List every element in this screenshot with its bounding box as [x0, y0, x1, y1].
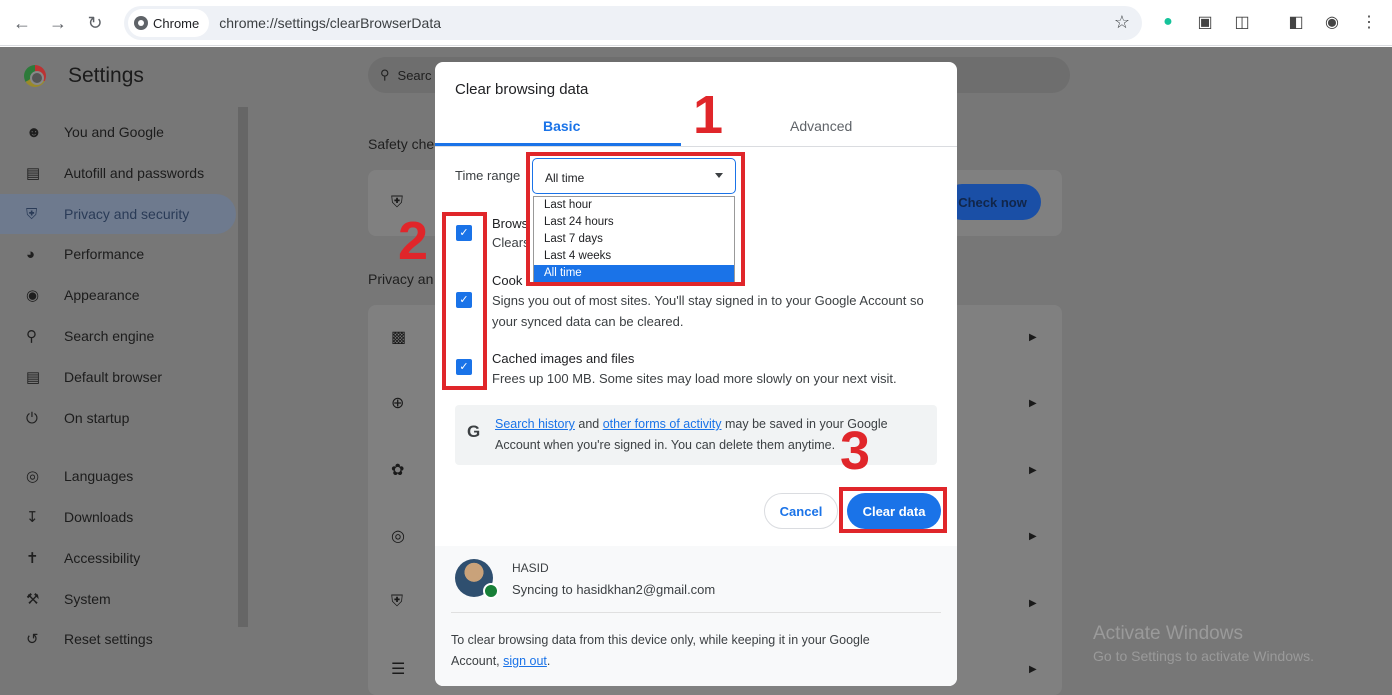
settings-title: Settings [68, 64, 144, 87]
sidebar-item-autofill[interactable]: ▤ Autofill and passwords [0, 153, 236, 193]
dialog-title: Clear browsing data [455, 81, 589, 98]
back-icon[interactable]: ← [4, 5, 40, 41]
footer-text: To clear browsing data from this device … [451, 633, 870, 668]
shield-icon: ⛨ [26, 205, 38, 223]
search-icon: ⚲ [380, 67, 390, 82]
activate-windows-title: Activate Windows [1093, 623, 1243, 644]
other-activity-link[interactable]: other forms of activity [603, 417, 722, 431]
site-settings-icon: ☰ [391, 661, 406, 678]
privacy-guide-icon: ⊕ [391, 395, 405, 412]
grammarly-icon[interactable]: ● [1155, 9, 1181, 35]
trash-icon: ▩ [391, 329, 407, 346]
user-name: HASID [512, 561, 549, 575]
dialog-footer: HASID Syncing to hasidkhan2@gmail.com To… [435, 546, 957, 686]
tab-divider [435, 146, 957, 147]
cookies-desc: Signs you out of most sites. You'll stay… [492, 293, 924, 329]
power-icon: ⏻ [26, 409, 38, 427]
sidebar-item-privacy[interactable]: ⛨ Privacy and security [0, 194, 236, 234]
sidebar-item-performance[interactable]: ◕ Performance [0, 234, 236, 274]
row-arrow-icon[interactable]: ▶ [1029, 398, 1037, 409]
palette-icon: ◉ [26, 287, 40, 304]
sync-status: Syncing to hasidkhan2@gmail.com [512, 582, 716, 597]
tab-advanced[interactable]: Advanced [790, 118, 852, 134]
reset-icon: ↺ [26, 631, 39, 648]
extension-icon[interactable]: ▣ [1192, 9, 1218, 35]
tab-basic[interactable]: Basic [543, 118, 580, 134]
highlight-box-checkboxes [442, 212, 487, 390]
sidebar-item-on-startup[interactable]: ⏻ On startup [0, 398, 236, 438]
sidebar-item-search-engine[interactable]: ⚲ Search engine [0, 316, 236, 356]
download-icon: ↧ [26, 509, 39, 526]
person-icon: ☻ [26, 123, 42, 141]
annotation-number-3: 3 [840, 421, 871, 481]
sidebar-item-default-browser[interactable]: ▤ Default browser [0, 357, 236, 397]
search-history-link[interactable]: Search history [495, 417, 575, 431]
sign-out-link[interactable]: sign out [503, 654, 547, 668]
globe-icon: ◎ [26, 468, 40, 485]
menu-kebab-icon[interactable]: ⋮ [1356, 9, 1382, 35]
annotation-number-1: 1 [693, 85, 724, 145]
browser-toolbar: ← → ↻ Chrome chrome://settings/clearBrow… [0, 0, 1392, 46]
chrome-icon [134, 16, 148, 30]
cached-images-desc: Frees up 100 MB. Some sites may load mor… [492, 371, 897, 386]
google-g-icon: G [467, 422, 481, 441]
cookie-icon: ✿ [391, 462, 405, 479]
highlight-box-time-range [526, 152, 745, 286]
privacy-heading: Privacy an [368, 271, 434, 287]
sidebar-item-appearance[interactable]: ◉ Appearance [0, 275, 236, 315]
sidebar-item-you-and-google[interactable]: ☻ You and Google [0, 112, 236, 152]
annotation-number-2: 2 [398, 211, 429, 271]
row-arrow-icon[interactable]: ▶ [1029, 664, 1037, 675]
search-icon: ⚲ [26, 328, 37, 345]
security-icon: ⛨ [391, 593, 404, 610]
highlight-box-clear-data [839, 487, 947, 533]
forward-icon[interactable]: → [40, 5, 76, 41]
row-arrow-icon[interactable]: ▶ [1029, 465, 1037, 476]
accessibility-icon: ✝ [26, 550, 39, 567]
footer-divider [451, 612, 941, 613]
chrome-logo-icon [24, 65, 46, 87]
sync-badge-icon [483, 583, 499, 599]
time-range-label: Time range [455, 168, 521, 183]
activate-windows-subtitle: Go to Settings to activate Windows. [1093, 648, 1314, 664]
omnibox[interactable]: Chrome chrome://settings/clearBrowserDat… [124, 6, 1142, 40]
row-arrow-icon[interactable]: ▶ [1029, 598, 1037, 609]
safety-check-heading: Safety che [368, 136, 435, 152]
browsing-history-title: Brows [492, 216, 529, 231]
sidebar-item-accessibility[interactable]: ✝ Accessibility [0, 538, 236, 578]
sidebar-item-languages[interactable]: ◎ Languages [0, 456, 236, 496]
chip-label: Chrome [153, 15, 200, 31]
sidepanel-icon[interactable]: ◧ [1283, 9, 1309, 35]
sidebar: Settings ☻ You and Google ▤ Autofill and p… [0, 47, 250, 695]
sidebar-item-downloads[interactable]: ↧ Downloads [0, 497, 236, 537]
row-arrow-icon[interactable]: ▶ [1029, 531, 1037, 542]
row-arrow-icon[interactable]: ▶ [1029, 332, 1037, 343]
cancel-button[interactable]: Cancel [764, 493, 838, 529]
site-chip[interactable]: Chrome [128, 9, 210, 37]
sidebar-item-system[interactable]: ⚒ System [0, 579, 236, 619]
reload-icon[interactable]: ↻ [77, 5, 113, 41]
bookmark-star-icon[interactable]: ☆ [1114, 12, 1130, 33]
wrench-icon: ⚒ [26, 591, 40, 608]
sidebar-scrollbar[interactable] [238, 107, 248, 627]
browser-icon: ▤ [26, 369, 41, 386]
puzzle-icon[interactable]: ◫ [1229, 9, 1255, 35]
cookies-title: Cook [492, 273, 523, 288]
ad-privacy-icon: ◎ [391, 528, 405, 545]
url-text: chrome://settings/clearBrowserData [219, 15, 442, 31]
profile-avatar-icon[interactable]: ◉ [1319, 9, 1345, 35]
check-now-button[interactable]: Check now [944, 184, 1041, 220]
sidebar-item-reset[interactable]: ↺ Reset settings [0, 619, 236, 659]
cached-images-title: Cached images and files [492, 351, 635, 366]
clipboard-icon: ▤ [26, 165, 41, 182]
speedometer-icon: ◕ [26, 245, 36, 263]
